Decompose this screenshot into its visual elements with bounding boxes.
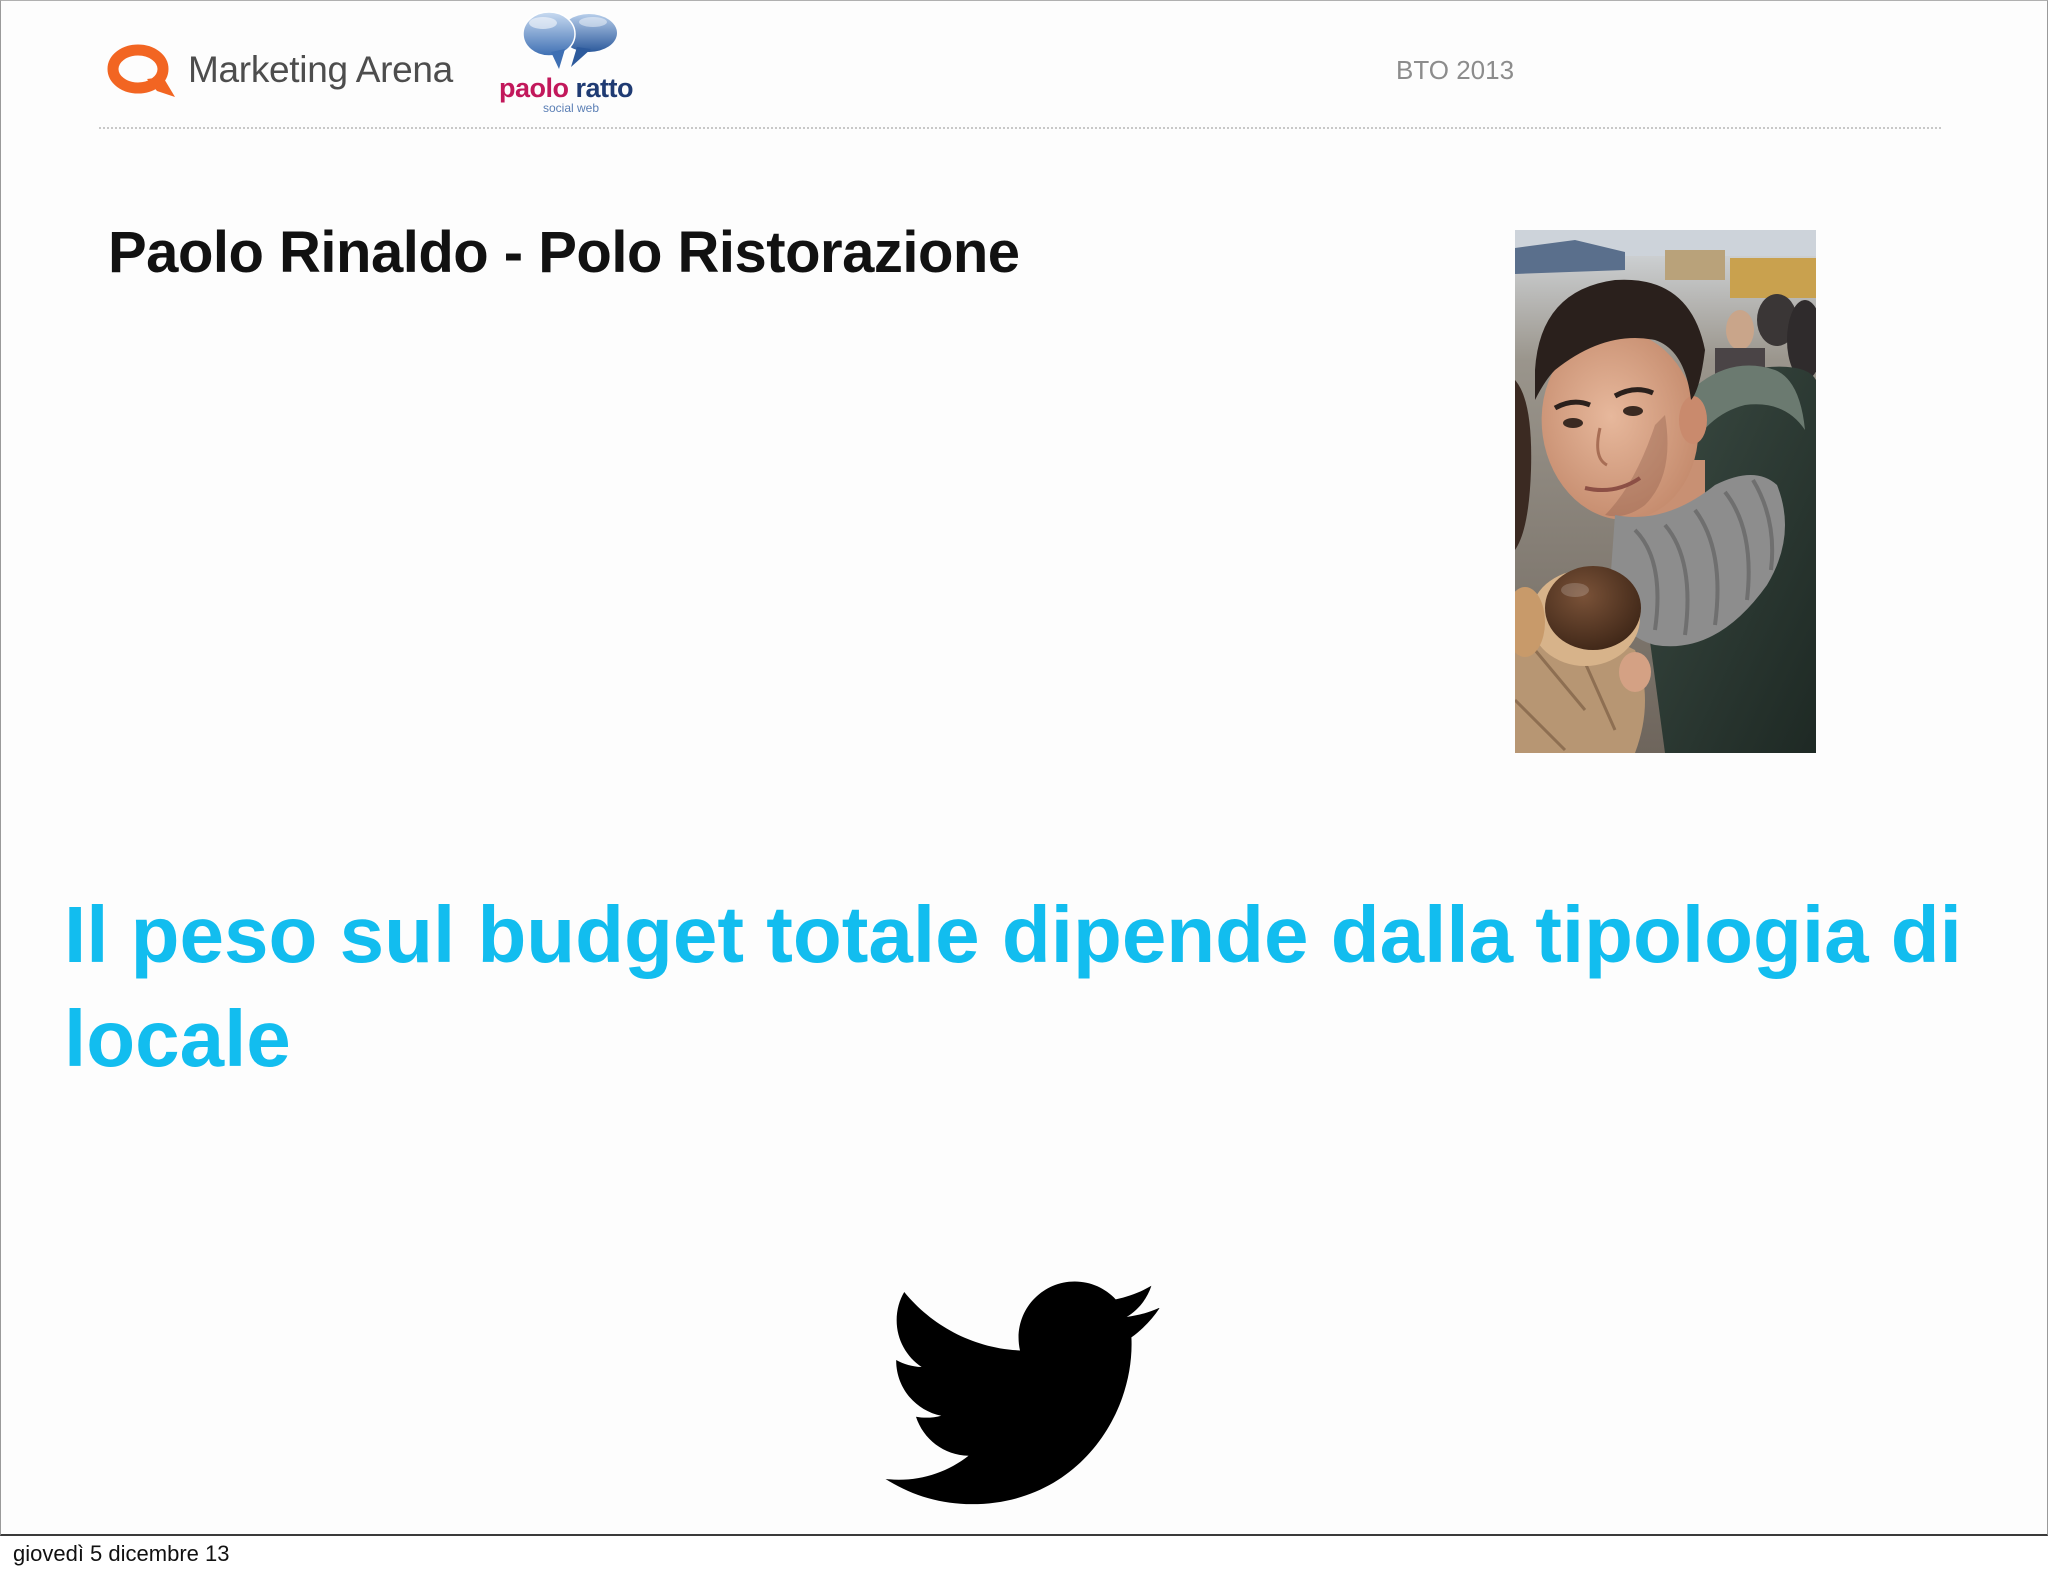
slide: Marketing Arena paolo ratto social web B…: [0, 0, 2048, 1536]
marketing-arena-logo-text: Marketing Arena: [188, 49, 453, 90]
paolo-ratto-logo-name: paolo ratto: [499, 73, 633, 103]
paolo-ratto-logo-first: paolo: [499, 73, 569, 103]
slide-title: Paolo Rinaldo - Polo Ristorazione: [108, 220, 1020, 285]
paolo-ratto-logo-tagline: social web: [542, 101, 600, 115]
header-divider: [99, 127, 1941, 129]
marketing-arena-q-icon: [107, 44, 175, 97]
twitter-bird-icon: [884, 1281, 1161, 1507]
event-label: BTO 2013: [1396, 55, 1515, 85]
footer-date: giovedì 5 dicembre 13: [13, 1541, 230, 1566]
portrait-photo-image: [1515, 230, 1816, 753]
portrait-photo: [1515, 230, 1816, 753]
quote-text: Il peso sul budget totale dipende dalla …: [64, 890, 1962, 1083]
marketing-arena-logo: Marketing Arena: [105, 43, 485, 99]
speech-bubbles-icon: [522, 11, 617, 69]
paolo-ratto-logo: paolo ratto social web: [497, 9, 647, 117]
paolo-ratto-logo-second: ratto: [575, 73, 634, 103]
